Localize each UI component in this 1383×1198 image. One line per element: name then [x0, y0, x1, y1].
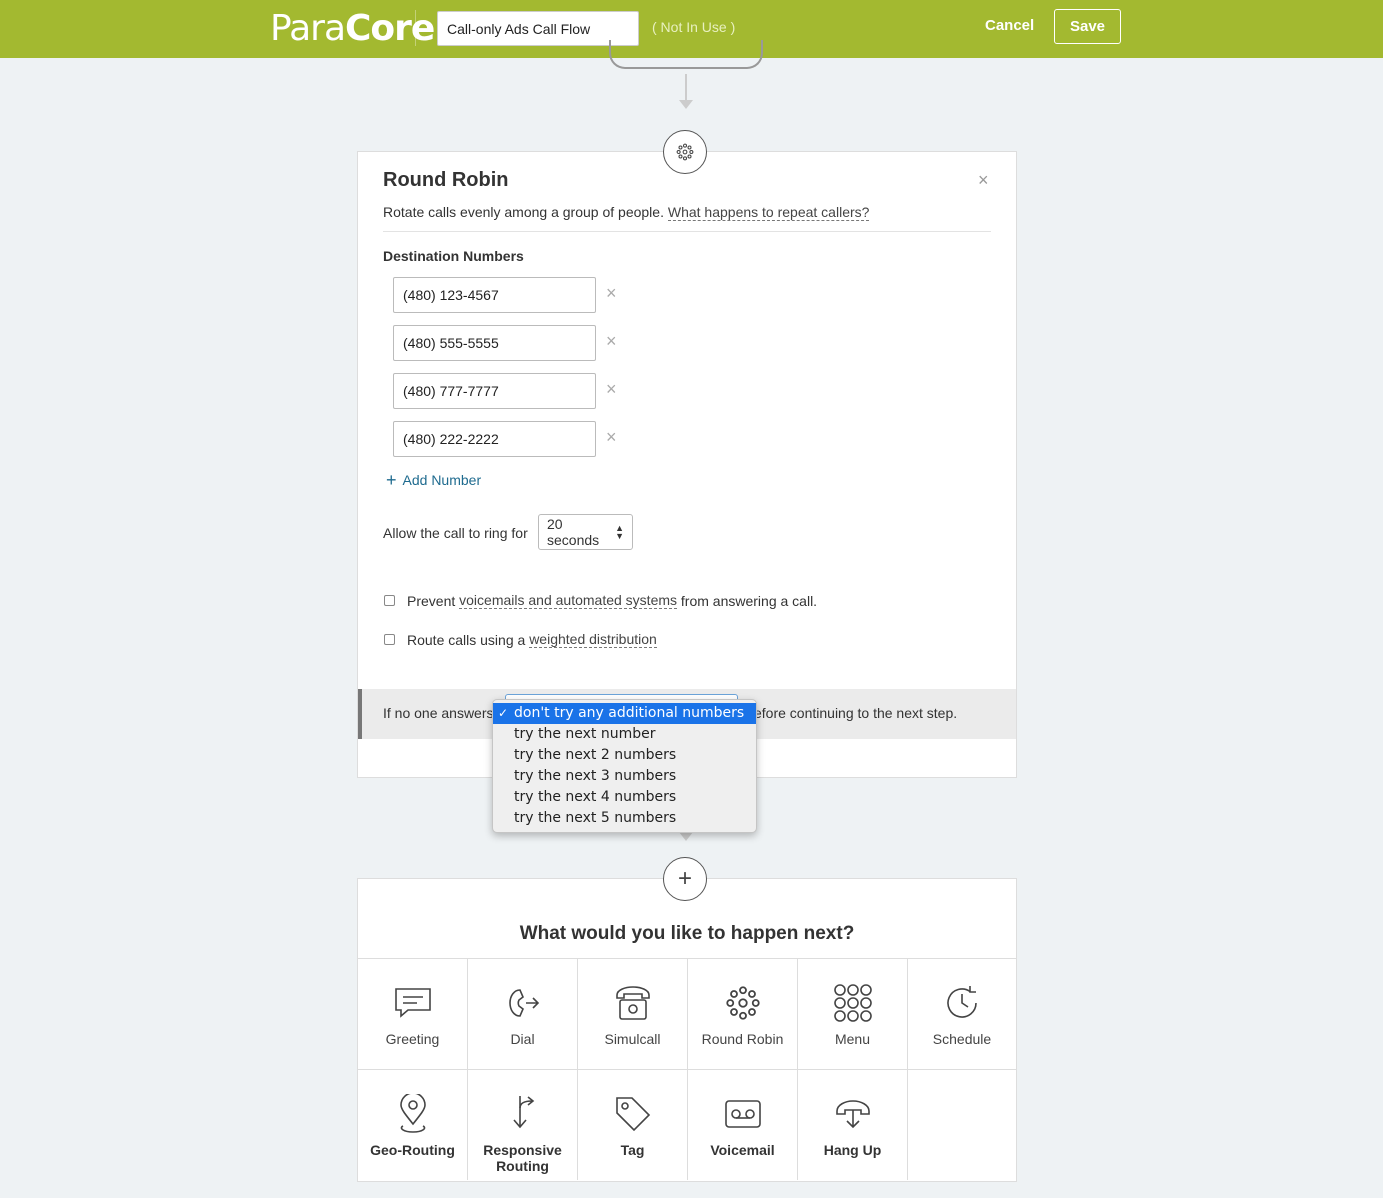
step-option-dial[interactable]: Dial — [468, 958, 578, 1069]
add-number-button[interactable]: + Add Number — [386, 470, 481, 491]
hang-up-icon — [831, 1094, 875, 1134]
ring-duration-label: Allow the call to ring for — [383, 525, 528, 541]
dropdown-option[interactable]: ✓ don't try any additional numbers — [493, 703, 756, 724]
divider — [383, 231, 991, 232]
save-button[interactable]: Save — [1054, 9, 1121, 44]
no-answer-suffix: efore continuing to the next step. — [754, 705, 958, 721]
panel-description: Rotate calls evenly among a group of peo… — [383, 204, 870, 221]
ring-duration-select[interactable]: 20 seconds ▲ ▼ — [538, 514, 633, 550]
dropdown-option[interactable]: try the next 3 numbers — [493, 766, 756, 787]
greeting-icon — [391, 983, 435, 1023]
remove-number-icon[interactable]: × — [606, 331, 617, 352]
step-option-schedule[interactable]: Schedule — [908, 958, 1016, 1069]
destination-numbers-label: Destination Numbers — [383, 248, 524, 264]
round-robin-panel: Round Robin × Rotate calls evenly among … — [357, 151, 1017, 778]
step-option-tag[interactable]: Tag — [578, 1069, 688, 1180]
destination-number-input[interactable] — [393, 421, 596, 457]
simulcall-icon — [611, 983, 655, 1023]
flow-status: ( Not In Use ) — [652, 19, 736, 35]
dropdown-option[interactable]: try the next 2 numbers — [493, 745, 756, 766]
weighted-distribution-option: Route calls using a weighted distributio… — [384, 631, 657, 648]
step-option-menu[interactable]: Menu — [798, 958, 908, 1069]
dial-icon — [501, 983, 545, 1023]
prevent-voicemail-option: Prevent voicemails and automated systems… — [384, 592, 817, 609]
step-option-hang-up[interactable]: Hang Up — [798, 1069, 908, 1180]
step-option-voicemail[interactable]: Voicemail — [688, 1069, 798, 1180]
step-option-simulcall[interactable]: Simulcall — [578, 958, 688, 1069]
repeat-callers-link[interactable]: What happens to repeat callers? — [667, 204, 870, 221]
geo-routing-icon — [391, 1094, 435, 1134]
cancel-button[interactable]: Cancel — [985, 17, 1034, 34]
dropdown-option[interactable]: try the next 5 numbers — [493, 808, 756, 829]
step-option-responsive-routing[interactable]: Responsive Routing — [468, 1069, 578, 1180]
dropdown-option[interactable]: try the next number — [493, 724, 756, 745]
responsive-routing-icon — [501, 1094, 545, 1134]
schedule-icon — [940, 983, 984, 1023]
destination-number-input[interactable] — [393, 325, 596, 361]
round-robin-node-icon[interactable] — [663, 130, 707, 174]
header-divider — [415, 10, 416, 46]
panel-title: Round Robin — [383, 169, 509, 191]
plus-icon: + — [677, 865, 692, 892]
close-icon[interactable]: × — [978, 170, 989, 191]
paracore-logo[interactable]: ParaCore — [270, 8, 435, 49]
additional-numbers-dropdown: ✓ don't try any additional numbers try th… — [492, 699, 757, 833]
voicemail-icon — [721, 1094, 765, 1134]
destination-number-input[interactable] — [393, 277, 596, 313]
previous-step-node[interactable] — [609, 40, 763, 69]
round-robin-icon — [721, 983, 765, 1023]
next-step-panel: What would you like to happen next? Gree… — [357, 878, 1017, 1182]
remove-number-icon[interactable]: × — [606, 427, 617, 448]
step-option-geo-routing[interactable]: Geo-Routing — [358, 1069, 468, 1180]
remove-number-icon[interactable]: × — [606, 379, 617, 400]
dropdown-option[interactable]: try the next 4 numbers — [493, 787, 756, 808]
destination-number-input[interactable] — [393, 373, 596, 409]
empty-grid-cell — [908, 1069, 1016, 1180]
no-answer-label: If no one answers — [383, 705, 494, 721]
weighted-distribution-checkbox[interactable] — [384, 634, 395, 645]
remove-number-icon[interactable]: × — [606, 283, 617, 304]
menu-icon — [831, 983, 875, 1023]
voicemails-link[interactable]: voicemails and automated systems — [459, 592, 678, 609]
connector-arrow — [679, 100, 693, 109]
plus-icon: + — [386, 470, 397, 490]
connector-line — [685, 74, 687, 102]
connector-arrow — [679, 832, 693, 841]
tag-icon — [611, 1094, 655, 1134]
step-option-greeting[interactable]: Greeting — [358, 958, 468, 1069]
select-arrows-icon: ▲ ▼ — [615, 523, 624, 541]
next-step-title: What would you like to happen next? — [519, 923, 855, 944]
prevent-voicemail-checkbox[interactable] — [384, 595, 395, 606]
check-icon: ✓ — [498, 706, 509, 720]
step-option-round-robin[interactable]: Round Robin — [688, 958, 798, 1069]
add-step-node[interactable]: + — [663, 857, 707, 901]
weighted-distribution-link[interactable]: weighted distribution — [529, 631, 657, 648]
